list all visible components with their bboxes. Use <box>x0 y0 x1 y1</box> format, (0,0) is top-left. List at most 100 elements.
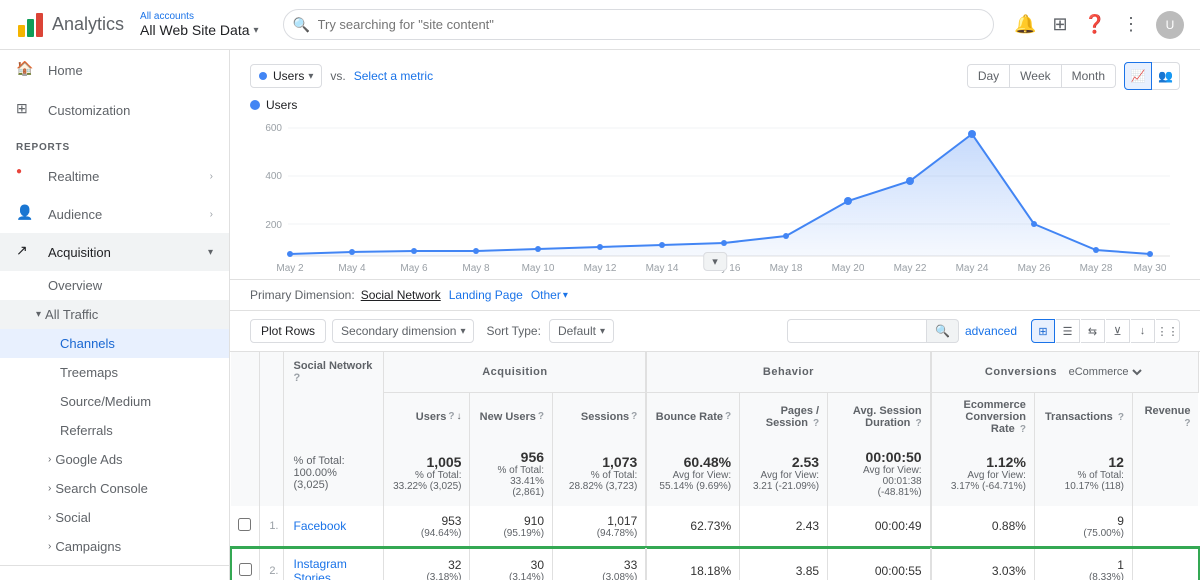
svg-text:200: 200 <box>265 220 282 231</box>
help-icon[interactable]: ❓ <box>1084 14 1106 35</box>
sidebar-item-realtime[interactable]: ● Realtime › <box>0 157 229 195</box>
property-dropdown-icon[interactable]: ▾ <box>254 25 259 36</box>
filter-icon[interactable]: ⊻ <box>1106 319 1130 343</box>
ecom-rate-header[interactable]: EcommerceConversionRate ? <box>931 392 1035 441</box>
row2-network-link[interactable]: Instagram Stories <box>294 557 347 580</box>
table-search-input[interactable] <box>787 319 927 343</box>
sidebar-leaf-treemaps[interactable]: Treemaps <box>0 358 229 387</box>
table-row: 1. Facebook 953 (94.64%) 910 (95.19%) <box>231 506 1199 548</box>
apps-icon[interactable]: ⊞ <box>1052 14 1067 35</box>
bounce-help-icon[interactable]: ? <box>725 411 731 422</box>
row1-checkbox[interactable] <box>231 506 259 548</box>
row1-network-link[interactable]: Facebook <box>294 519 347 533</box>
other-dropdown[interactable]: Other ▾ <box>531 288 568 302</box>
bounce-header[interactable]: Bounce Rate ? <box>646 392 739 441</box>
sidebar-item-attribution[interactable]: ↗ Attribution BETA <box>0 565 229 580</box>
checkbox-2[interactable] <box>239 563 252 576</box>
bar-chart-icon[interactable]: 👥 <box>1152 62 1180 90</box>
grid-view-icon[interactable]: ⊞ <box>1031 319 1055 343</box>
conversions-dropdown[interactable]: eCommerce <box>1065 365 1145 379</box>
chevron-right-icon5: › <box>48 512 51 523</box>
sessions-help-icon[interactable]: ? <box>631 411 637 422</box>
advanced-link[interactable]: advanced <box>965 324 1017 338</box>
sidebar-item-search-console[interactable]: › Search Console <box>0 474 229 503</box>
row1-transactions-pct: (75.00%) <box>1043 528 1124 539</box>
pages-help-icon[interactable]: ? <box>813 418 819 429</box>
revenue-help-icon[interactable]: ? <box>1184 418 1190 429</box>
checkbox-1[interactable] <box>238 518 251 531</box>
total-new-users: 956 <box>478 449 544 465</box>
chevron-down-icon: ▾ <box>208 247 213 258</box>
transactions-help-icon[interactable]: ? <box>1118 412 1124 423</box>
svg-text:May 14: May 14 <box>646 263 679 274</box>
row2-new-users: 30 <box>531 558 544 572</box>
sidebar-leaf-overview[interactable]: Overview <box>0 271 229 300</box>
bounce-col-label: Bounce Rate <box>656 411 723 423</box>
sidebar-item-customization[interactable]: ⊞ Customization <box>0 90 229 130</box>
sidebar-leaf-source-medium[interactable]: Source/Medium <box>0 387 229 416</box>
metric-button[interactable]: Users ▾ <box>250 64 322 88</box>
bell-icon[interactable]: 🔔 <box>1014 14 1036 35</box>
sidebar-item-all-traffic[interactable]: ▾ All Traffic <box>0 300 229 329</box>
data-table: Social Network ? Acquisition Behavior Co… <box>230 352 1200 580</box>
row1-sessions: 1,017 <box>607 514 637 528</box>
avg-session-header[interactable]: Avg. SessionDuration ? <box>828 392 931 441</box>
compare-icon[interactable]: ⇆ <box>1081 319 1105 343</box>
view-month-button[interactable]: Month <box>1062 64 1116 88</box>
new-users-col-label: New Users <box>480 411 536 423</box>
row1-bounce: 62.73% <box>646 506 739 548</box>
sort-type-button[interactable]: Default ▾ <box>549 319 614 343</box>
new-users-header[interactable]: New Users ? <box>470 392 553 441</box>
sidebar-leaf-channels[interactable]: Channels <box>0 329 229 358</box>
revenue-header[interactable]: Revenue ? <box>1132 392 1198 441</box>
view-day-button[interactable]: Day <box>967 64 1010 88</box>
download-icon[interactable]: ↓ <box>1131 319 1155 343</box>
sidebar-leaf-referrals[interactable]: Referrals <box>0 416 229 445</box>
realtime-icon: ● <box>16 166 36 186</box>
row2-checkbox[interactable] <box>231 548 259 580</box>
secondary-dim-icon: ▾ <box>460 326 465 337</box>
sessions-header[interactable]: Sessions ? <box>553 392 647 441</box>
sidebar-item-campaigns[interactable]: › Campaigns <box>0 532 229 561</box>
sidebar-item-google-ads[interactable]: › Google Ads <box>0 445 229 474</box>
network-help-icon[interactable]: ? <box>294 372 301 384</box>
total-transactions: 12 <box>1043 454 1124 470</box>
row1-ecom-rate: 0.88% <box>931 506 1035 548</box>
avatar[interactable]: U <box>1156 11 1184 39</box>
users-help-icon[interactable]: ? <box>448 411 454 422</box>
sidebar-item-audience[interactable]: 👤 Audience › <box>0 195 229 233</box>
transactions-header[interactable]: Transactions ? <box>1034 392 1132 441</box>
table-search-button[interactable]: 🔍 <box>927 319 959 343</box>
users-col-label: Users <box>416 411 447 423</box>
sort-type-value: Default <box>558 324 596 338</box>
dim-social-network[interactable]: Social Network <box>361 288 441 302</box>
secondary-dim-button[interactable]: Secondary dimension ▾ <box>332 319 474 343</box>
list-view-icon[interactable]: ☰ <box>1056 319 1080 343</box>
app-title: Analytics <box>52 14 124 35</box>
sidebar-item-social[interactable]: › Social <box>0 503 229 532</box>
view-week-button[interactable]: Week <box>1010 64 1061 88</box>
svg-text:May 22: May 22 <box>894 263 927 274</box>
users-header[interactable]: Users ? ↓ <box>384 392 470 441</box>
table-settings-icon[interactable]: ⋮⋮ <box>1156 319 1180 343</box>
sidebar-item-acquisition[interactable]: ↗ Acquisition ▾ <box>0 233 229 271</box>
avg-session-help-icon[interactable]: ? <box>915 418 921 429</box>
chart-expand-btn[interactable]: ▾ <box>703 252 727 271</box>
sidebar-item-home[interactable]: 🏠 Home <box>0 50 229 90</box>
svg-text:May 26: May 26 <box>1018 263 1051 274</box>
plot-rows-button[interactable]: Plot Rows <box>250 319 326 343</box>
property-name[interactable]: All Web Site Data <box>140 22 249 38</box>
pages-header[interactable]: Pages /Session ? <box>740 392 828 441</box>
dim-landing-page[interactable]: Landing Page <box>449 288 523 302</box>
total-new-users-pct: % of Total: 33.41% (2,861) <box>478 465 544 498</box>
total-avg-view: Avg for View: 00:01:38 (-48.81%) <box>836 465 921 498</box>
ecom-rate-help-icon[interactable]: ? <box>1020 424 1026 435</box>
row2-transactions-pct: (8.33%) <box>1043 572 1124 580</box>
audience-icon: 👤 <box>16 204 36 224</box>
breadcrumb-parent[interactable]: All accounts <box>140 11 259 22</box>
search-input[interactable] <box>283 9 995 40</box>
new-users-help-icon[interactable]: ? <box>538 411 544 422</box>
select-metric-link[interactable]: Select a metric <box>354 69 433 83</box>
more-vert-icon[interactable]: ⋮ <box>1122 14 1140 35</box>
line-chart-icon[interactable]: 📈 <box>1124 62 1152 90</box>
